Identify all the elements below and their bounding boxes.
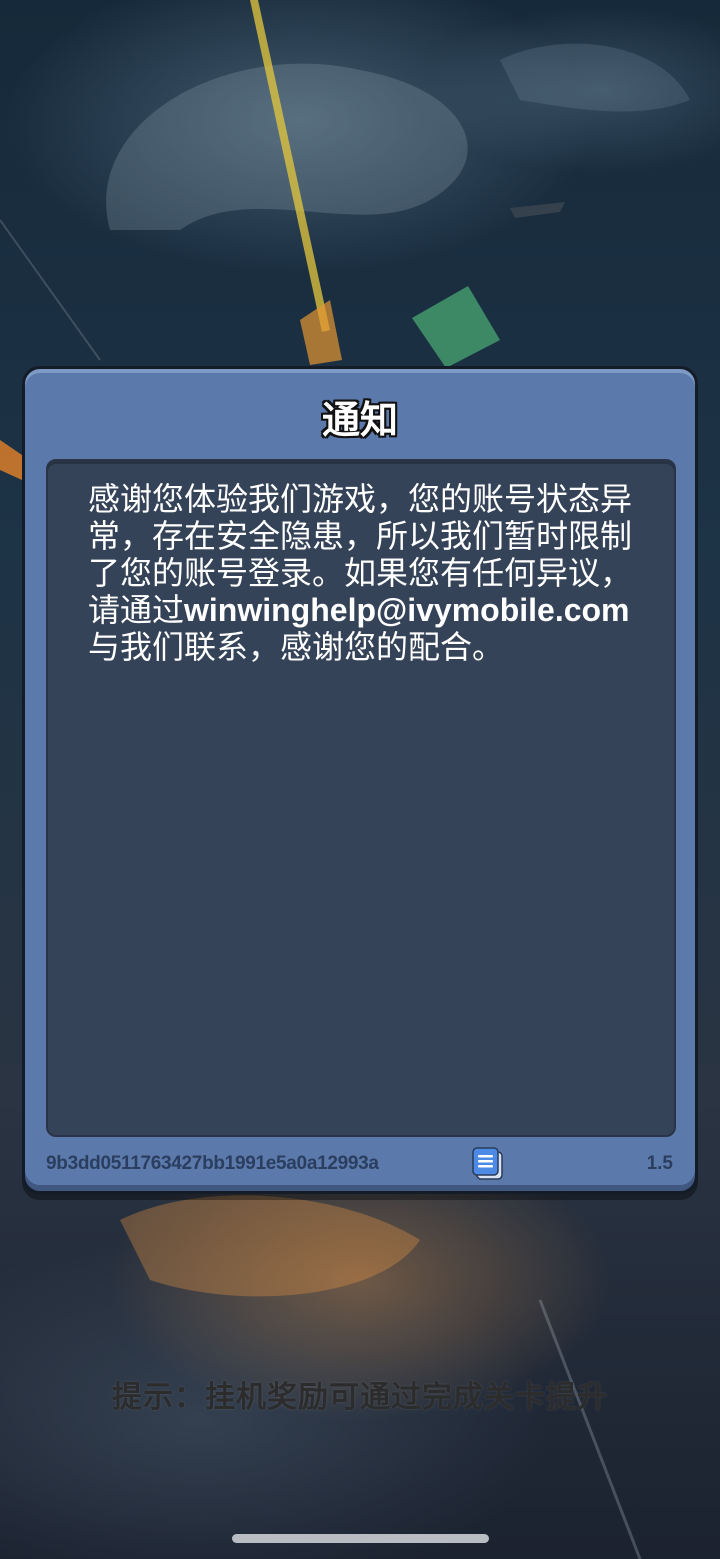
message-text-after-email: 与我们联系，感谢您的配合。 <box>88 628 505 666</box>
version-label: 1.5 <box>646 1153 673 1174</box>
home-indicator[interactable] <box>232 1534 489 1543</box>
support-email: winwinghelp@ivymobile.com <box>184 592 630 628</box>
notice-message: 感谢您体验我们游戏，您的账号状态异常，存在安全隐患，所以我们暂时限制了您的账号登… <box>88 481 640 666</box>
modal-title: 通知 <box>321 398 398 442</box>
hint-text: 提示：挂机奖励可通过完成关卡提升 <box>112 1380 608 1415</box>
account-id: 9b3dd0511763427bb1991e5a0a12993a <box>46 1153 379 1174</box>
notice-modal: 通知 感谢您体验我们游戏，您的账号状态异常，存在安全隐患，所以我们暂时限制了您的… <box>22 366 698 1194</box>
document-copy-icon <box>472 1147 503 1180</box>
copy-button[interactable] <box>472 1147 504 1181</box>
notice-content-box: 感谢您体验我们游戏，您的账号状态异常，存在安全隐患，所以我们暂时限制了您的账号登… <box>46 459 676 1137</box>
